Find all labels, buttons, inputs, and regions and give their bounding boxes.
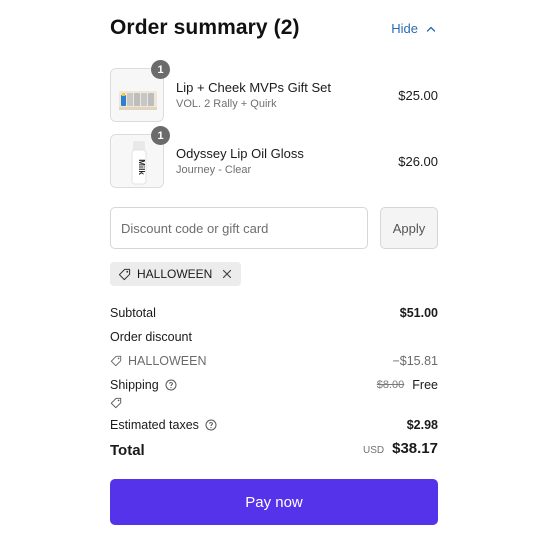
item-variant: VOL. 2 Rally + Quirk	[176, 98, 277, 110]
order-discount-row: Order discount	[110, 330, 438, 348]
total-label: Total	[110, 442, 145, 459]
subtotal-value: $51.00	[399, 306, 438, 320]
taxes-row: Estimated taxes $2.98	[110, 418, 438, 436]
taxes-label: Estimated taxes	[110, 418, 199, 432]
milk-logo: Milk	[137, 159, 146, 175]
currency-code: USD	[362, 445, 385, 456]
remove-discount-icon[interactable]	[222, 269, 232, 279]
line-item: 1 Lip + Cheek MVPs Gift Set VOL. 2 Rally…	[110, 60, 438, 124]
line-item: Milk 1 Odyssey Lip Oil Gloss Journey - C…	[110, 126, 438, 190]
discount-code-label: HALLOWEEN	[128, 354, 207, 368]
tag-icon	[110, 355, 122, 367]
order-discount-label: Order discount	[110, 330, 192, 344]
quantity-badge: 1	[151, 60, 170, 79]
order-summary-header: Order summary (2) Hide	[110, 14, 438, 44]
item-variant: Journey - Clear	[176, 164, 252, 176]
order-summary-title: Order summary (2)	[110, 16, 300, 39]
hide-summary-toggle[interactable]: Hide	[391, 21, 436, 36]
help-icon[interactable]	[165, 379, 177, 391]
taxes-value: $2.98	[406, 418, 438, 432]
tag-icon	[118, 268, 131, 281]
item-price: $26.00	[398, 154, 438, 169]
discount-code-input[interactable]	[110, 207, 368, 249]
shipping-original-price: $8.00	[376, 379, 405, 391]
discount-amount: −$15.81	[392, 354, 438, 368]
item-name: Lip + Cheek MVPs Gift Set	[176, 80, 331, 95]
discount-code-row: HALLOWEEN −$15.81	[110, 354, 438, 372]
subtotal-label: Subtotal	[110, 306, 156, 320]
help-icon[interactable]	[205, 419, 217, 431]
hide-label: Hide	[391, 21, 418, 36]
shipping-row: Shipping $8.00 Free	[110, 378, 438, 396]
item-price: $25.00	[398, 88, 438, 103]
chevron-up-icon	[426, 24, 436, 34]
shipping-label: Shipping	[110, 378, 159, 392]
applied-discount-chip: HALLOWEEN	[110, 262, 242, 286]
shipping-value: Free	[412, 378, 438, 392]
applied-code-label: HALLOWEEN	[137, 267, 213, 281]
apply-discount-button[interactable]: Apply	[380, 207, 438, 249]
shipping-discount-row	[110, 397, 438, 415]
quantity-badge: 1	[151, 126, 170, 145]
total-amount: $38.17	[392, 440, 438, 457]
total-row: Total USD $38.17	[110, 440, 438, 462]
pay-now-button[interactable]: Pay now	[110, 479, 438, 525]
item-name: Odyssey Lip Oil Gloss	[176, 146, 304, 161]
subtotal-row: Subtotal $51.00	[110, 306, 438, 324]
tag-icon	[110, 397, 122, 409]
